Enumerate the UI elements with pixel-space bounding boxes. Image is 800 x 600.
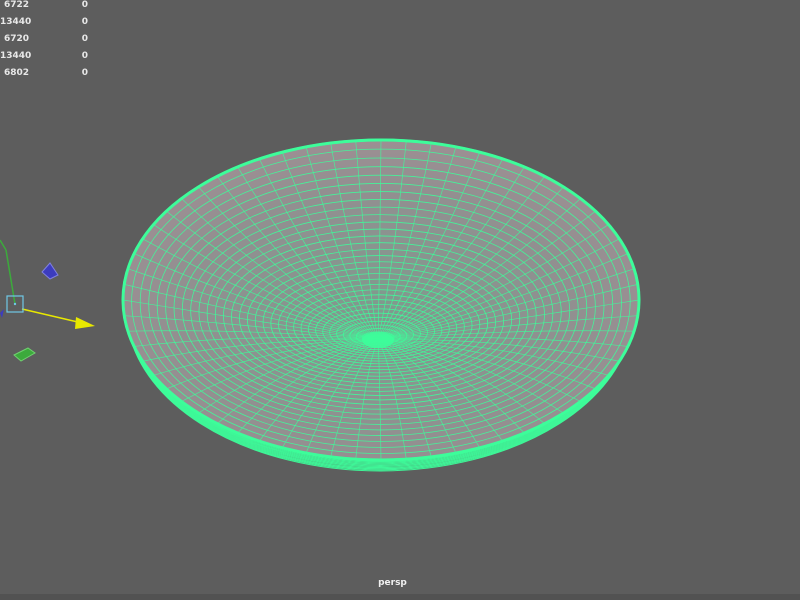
x-axis-arrow-icon[interactable] (75, 317, 95, 329)
viewport-bottom-border (0, 594, 800, 600)
x-axis-line[interactable] (21, 308, 83, 324)
move-manipulator[interactable] (0, 0, 800, 600)
xz-plane-handle-icon[interactable] (13, 347, 36, 362)
camera-name-label: persp (378, 578, 407, 588)
pivot-dot-icon (13, 302, 17, 306)
perspective-viewport[interactable]: 6722 0 13440 0 6720 0 13440 0 6802 0 per… (0, 0, 800, 600)
z-axis-stub-icon[interactable] (0, 309, 4, 318)
xy-plane-handle-icon[interactable] (41, 262, 59, 280)
y-axis-line-top[interactable] (0, 239, 7, 251)
